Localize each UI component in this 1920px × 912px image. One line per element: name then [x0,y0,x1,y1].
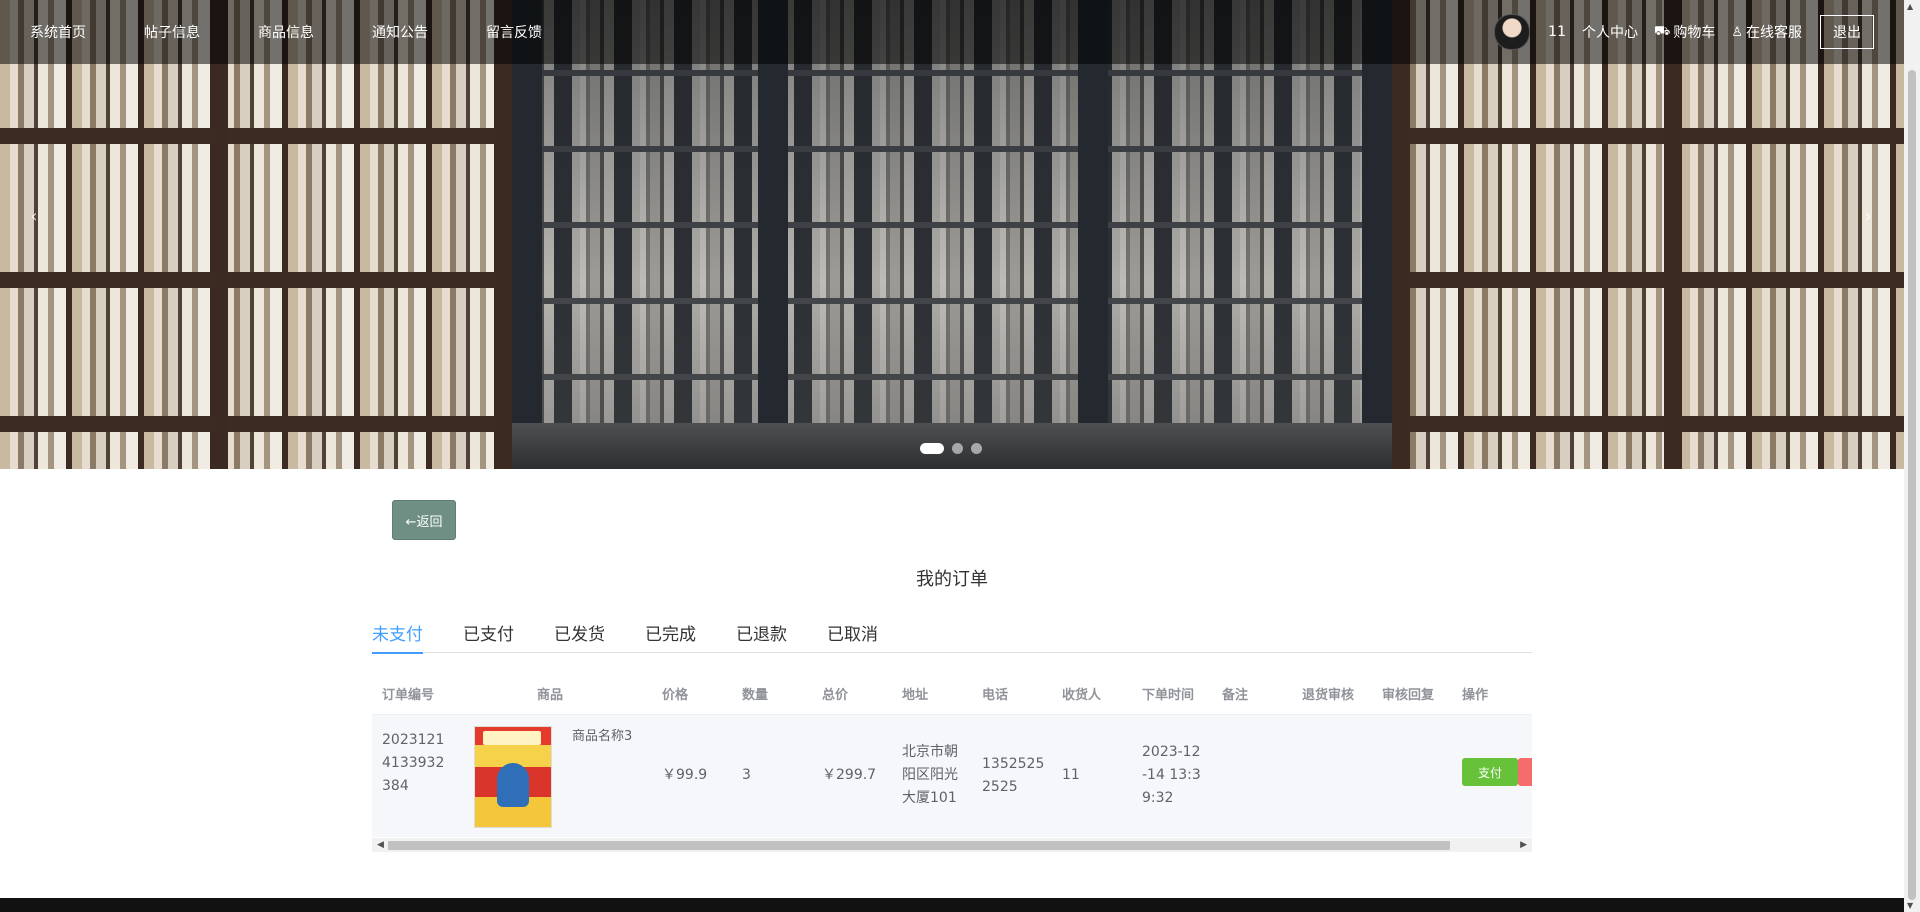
order-number: 2023121 4133932 384 [382,732,445,794]
banner-carousel: ‹ › [0,0,1904,469]
orders-table: 订单编号 商品 价格 数量 总价 地址 电话 收货人 下单时间 备注 退货审核 … [372,670,1532,856]
scroll-right-icon[interactable]: ▶ [1520,838,1527,852]
nav-cart[interactable]: ⛟ 购物车 [1654,22,1715,42]
scroll-down-icon[interactable]: ▼ [1907,901,1913,910]
pay-button[interactable]: 支付 [1462,758,1518,786]
col-price: 价格 [662,688,689,703]
product-thumbnail[interactable] [474,726,552,828]
address: 北京市朝 阳区阳光 大厦101 [902,744,958,806]
carousel-dot-2[interactable] [952,443,963,454]
user-icon: ♙ [1731,24,1743,40]
nav-home[interactable]: 系统首页 [30,22,86,42]
col-total: 总价 [822,688,849,703]
col-order-no: 订单编号 [382,688,435,703]
user-avatar[interactable] [1494,14,1531,50]
nav-personal-center[interactable]: 个人中心 [1582,22,1638,42]
nav-customer-service[interactable]: ♙ 在线客服 [1731,22,1802,42]
nav-products[interactable]: 商品信息 [258,22,314,42]
page-title: 我的订单 [916,569,988,590]
tab-paid[interactable]: 已支付 [463,618,514,651]
col-receiver: 收货人 [1062,688,1102,703]
col-quantity: 数量 [742,688,769,703]
tab-unpaid[interactable]: 未支付 [372,618,423,654]
carousel-next-icon[interactable]: › [1856,206,1880,227]
carousel-prev-icon[interactable]: ‹ [22,206,46,227]
user-number: 11 [1548,24,1566,40]
col-review-reply: 审核回复 [1382,688,1435,703]
nav-customer-service-label: 在线客服 [1746,25,1802,41]
banner-image-right [1392,0,1904,469]
cart-icon: ⛟ [1653,23,1671,39]
horizontal-scrollbar[interactable]: ◀ ▶ [372,838,1532,852]
banner-image-left [0,0,512,469]
receiver: 11 [1062,767,1080,783]
col-phone: 电话 [982,688,1009,703]
col-address: 地址 [902,688,929,703]
back-button[interactable]: ←返回 [392,500,456,540]
cancel-order-button[interactable] [1518,758,1532,786]
banner-image-center [512,0,1392,469]
product-name: 商品名称3 [572,729,633,744]
carousel-indicators [920,443,982,454]
footer [0,898,1904,912]
horizontal-scrollbar-thumb[interactable] [388,841,1450,850]
scroll-left-icon[interactable]: ◀ [377,838,384,852]
vertical-scrollbar[interactable]: ▲ ▼ [1904,0,1920,912]
total-price: ￥299.7 [822,767,877,783]
col-order-time: 下单时间 [1142,688,1195,703]
phone: 1352525 2525 [982,756,1045,795]
tab-cancelled[interactable]: 已取消 [827,618,878,651]
nav-cart-label: 购物车 [1673,25,1716,41]
carousel-dot-3[interactable] [971,443,982,454]
nav-feedback[interactable]: 留言反馈 [486,22,542,42]
col-return-review: 退货审核 [1302,688,1355,703]
order-time: 2023-12 -14 13:3 9:32 [1142,744,1201,806]
price: ￥99.9 [662,767,708,783]
logout-button[interactable]: 退出 [1820,15,1874,49]
col-note: 备注 [1222,688,1249,703]
col-product: 商品 [537,688,564,703]
nav-posts[interactable]: 帖子信息 [144,22,200,42]
scroll-up-icon[interactable]: ▲ [1907,2,1913,11]
tab-completed[interactable]: 已完成 [645,618,696,651]
tab-refunded[interactable]: 已退款 [736,618,787,651]
top-nav: 系统首页 帖子信息 商品信息 通知公告 留言反馈 11 个人中心 ⛟ 购物车 ♙… [0,0,1904,64]
col-actions: 操作 [1462,688,1489,703]
order-status-tabs: 未支付 已支付 已发货 已完成 已退款 已取消 [372,618,1532,654]
table-header: 订单编号 商品 价格 数量 总价 地址 电话 收货人 下单时间 备注 退货审核 … [372,670,1532,715]
vertical-scrollbar-thumb[interactable] [1908,70,1916,900]
table-row: 2023121 4133932 384 商品名称3 ￥99.9 3 ￥299.7… [372,715,1532,837]
quantity: 3 [742,767,751,783]
nav-notices[interactable]: 通知公告 [372,22,428,42]
tab-shipped[interactable]: 已发货 [554,618,605,651]
carousel-dot-1[interactable] [920,443,944,454]
